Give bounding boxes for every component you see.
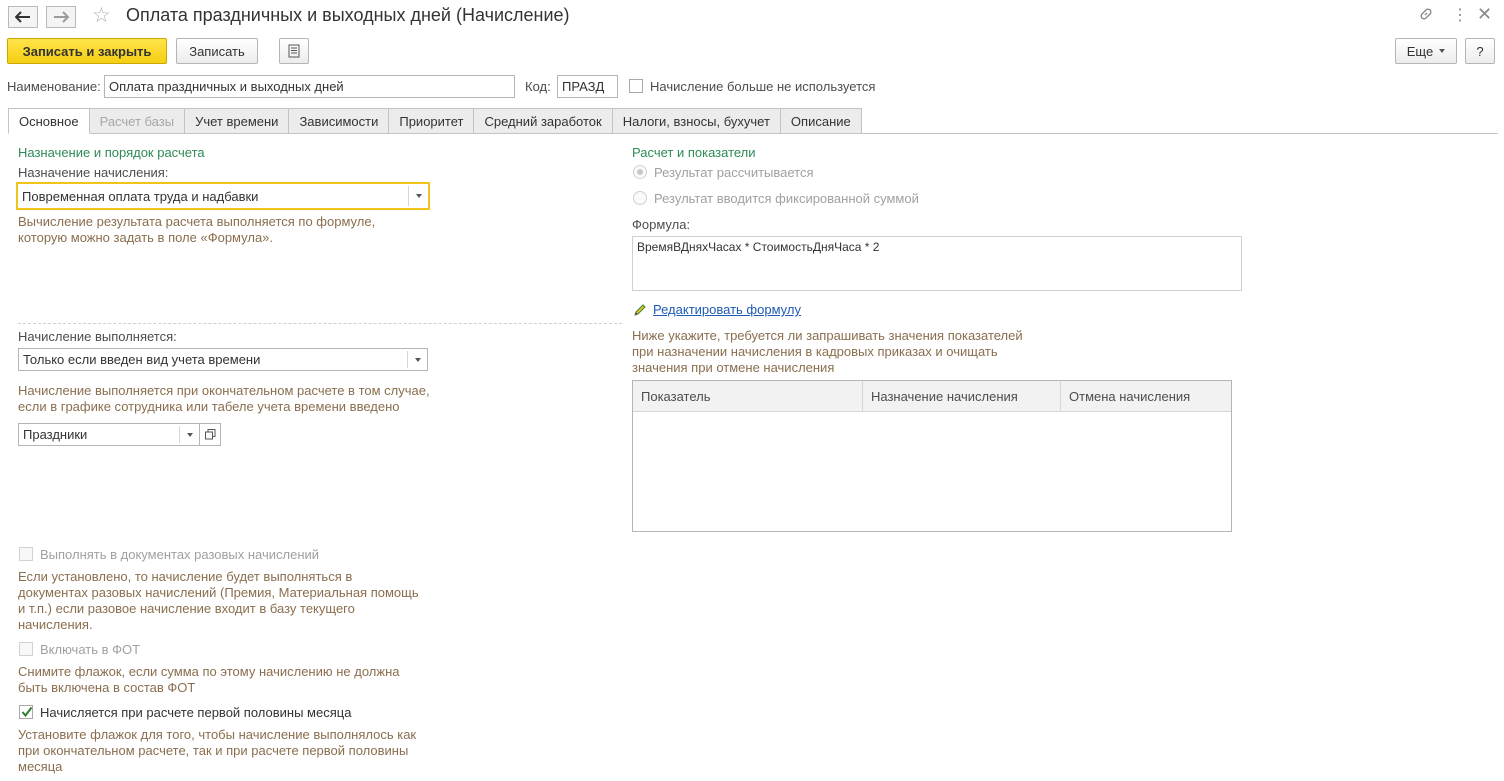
tab-priority[interactable]: Приоритет xyxy=(389,108,475,134)
column-header-assignment[interactable]: Назначение начисления xyxy=(863,381,1061,411)
open-form-icon xyxy=(205,429,216,440)
first-half-label: Начисляется при расчете первой половины … xyxy=(40,705,352,720)
section-divider xyxy=(18,323,622,324)
code-field[interactable]: ПРАЗД xyxy=(557,75,618,98)
purpose-label: Назначение начисления: xyxy=(18,165,169,180)
name-field[interactable]: Оплата праздничных и выходных дней xyxy=(104,75,515,98)
code-label: Код: xyxy=(525,79,551,94)
checkmark-icon xyxy=(21,706,33,718)
page-title: Оплата праздничных и выходных дней (Начи… xyxy=(126,5,570,25)
more-label: Еще xyxy=(1406,43,1434,59)
column-header-cancellation[interactable]: Отмена начисления xyxy=(1061,381,1231,411)
onetime-checkbox[interactable] xyxy=(19,547,33,561)
execution-hint: Начисление выполняется при окончательном… xyxy=(18,383,430,414)
back-button[interactable] xyxy=(8,6,38,28)
execution-label: Начисление выполняется: xyxy=(18,329,177,344)
time-kind-select[interactable]: Праздники xyxy=(18,423,200,446)
purpose-group-title: Назначение и порядок расчета xyxy=(18,145,205,160)
star-icon[interactable]: ☆ xyxy=(92,5,111,27)
pencil-icon xyxy=(634,304,646,316)
chevron-down-icon[interactable] xyxy=(407,351,427,368)
radio-calculated-label: Результат рассчитывается xyxy=(654,165,814,180)
open-time-kind-button[interactable] xyxy=(199,423,221,446)
unused-checkbox[interactable] xyxy=(629,79,643,93)
onetime-hint: Если установлено, то начисление будет вы… xyxy=(18,569,419,632)
execution-select[interactable]: Только если введен вид учета времени xyxy=(18,348,428,371)
name-label: Наименование: xyxy=(7,79,101,94)
purpose-value: Повременная оплата труда и надбавки xyxy=(22,189,259,204)
report-button[interactable] xyxy=(279,38,309,64)
close-icon[interactable]: ✕ xyxy=(1477,4,1492,25)
document-list-icon xyxy=(288,44,300,58)
fot-label: Включать в ФОТ xyxy=(40,642,141,657)
fot-hint: Снимите флажок, если сумма по этому начи… xyxy=(18,664,400,695)
edit-formula-link[interactable]: Редактировать формулу xyxy=(653,302,801,317)
time-kind-value: Праздники xyxy=(23,427,88,442)
tab-base-calculation[interactable]: Расчет базы xyxy=(89,108,186,134)
purpose-select[interactable]: Повременная оплата труда и надбавки xyxy=(16,182,430,210)
kebab-menu-icon[interactable]: ⋮ xyxy=(1452,5,1468,25)
first-half-hint: Установите флажок для того, чтобы начисл… xyxy=(18,727,417,774)
save-button[interactable]: Записать xyxy=(176,38,258,64)
arrow-left-icon xyxy=(15,11,30,23)
radio-fixed-label: Результат вводится фиксированной суммой xyxy=(654,191,919,206)
indicators-hint: Ниже укажите, требуется ли запрашивать з… xyxy=(632,328,1023,375)
tab-bar: Основное Расчет базы Учет времени Зависи… xyxy=(8,108,862,134)
arrow-right-icon xyxy=(54,11,69,23)
tab-average-earnings[interactable]: Средний заработок xyxy=(474,108,613,134)
tab-main[interactable]: Основное xyxy=(8,108,90,134)
indicators-table[interactable]: Показатель Назначение начисления Отмена … xyxy=(632,380,1232,532)
execution-value: Только если введен вид учета времени xyxy=(23,352,261,367)
save-and-close-button[interactable]: Записать и закрыть xyxy=(7,38,167,64)
tab-time-tracking[interactable]: Учет времени xyxy=(185,108,290,134)
unused-label: Начисление больше не используется xyxy=(650,79,876,94)
more-button[interactable]: Еще xyxy=(1395,38,1457,64)
chevron-down-icon[interactable] xyxy=(179,426,199,443)
radio-fixed[interactable] xyxy=(633,191,647,205)
help-button[interactable]: ? xyxy=(1465,38,1495,64)
column-header-indicator[interactable]: Показатель xyxy=(633,381,863,411)
radio-calculated[interactable] xyxy=(633,165,647,179)
fot-checkbox[interactable] xyxy=(19,642,33,656)
tab-taxes[interactable]: Налоги, взносы, бухучет xyxy=(612,108,781,134)
formula-label: Формула: xyxy=(632,217,691,232)
tab-dependencies[interactable]: Зависимости xyxy=(289,108,390,134)
onetime-label: Выполнять в документах разовых начислени… xyxy=(40,547,320,562)
table-header: Показатель Назначение начисления Отмена … xyxy=(633,381,1231,412)
link-icon[interactable] xyxy=(1418,6,1434,27)
purpose-hint: Вычисление результата расчета выполняетс… xyxy=(18,214,376,245)
chevron-down-icon xyxy=(1439,49,1446,53)
chevron-down-icon[interactable] xyxy=(408,186,428,206)
first-half-checkbox[interactable] xyxy=(19,705,33,719)
tab-description[interactable]: Описание xyxy=(780,108,862,134)
forward-button[interactable] xyxy=(46,6,76,28)
calc-group-title: Расчет и показатели xyxy=(632,145,756,160)
formula-field[interactable]: ВремяВДняхЧасах * СтоимостьДняЧаса * 2 xyxy=(632,236,1242,291)
